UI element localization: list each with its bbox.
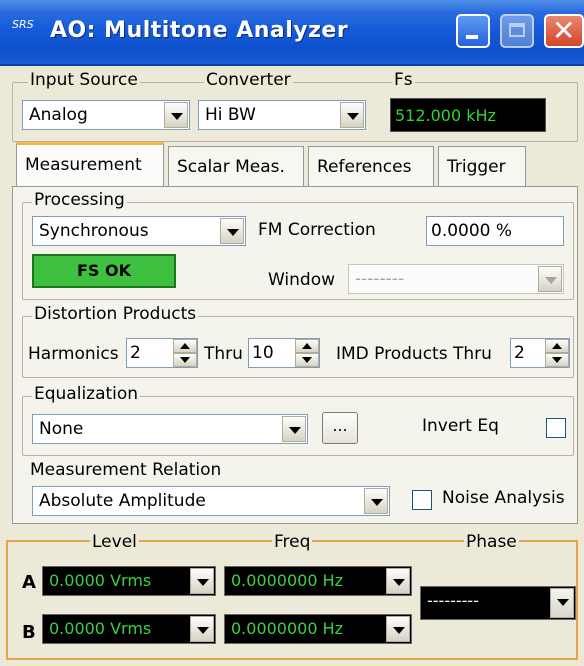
level-b-value: 0.0000 Vrms (49, 619, 152, 638)
window-title: AO: Multitone Analyzer (50, 18, 349, 43)
level-b-select[interactable]: 0.0000 Vrms (42, 614, 216, 644)
chevron-down-icon[interactable] (340, 102, 364, 128)
freq-a-select[interactable]: 0.0000000 Hz (224, 566, 412, 596)
phase-column-label: Phase (464, 532, 519, 552)
maximize-button[interactable] (500, 14, 534, 48)
input-source-select[interactable]: Analog (22, 100, 190, 130)
spin-up-icon[interactable] (173, 339, 197, 353)
freq-b-value: 0.0000000 Hz (231, 619, 344, 638)
measurement-relation-value: Absolute Amplitude (39, 491, 206, 511)
chevron-down-icon[interactable] (164, 102, 188, 128)
chevron-down-icon[interactable] (220, 218, 244, 244)
input-source-value: Analog (29, 105, 88, 125)
minimize-button[interactable] (456, 14, 490, 48)
processing-mode-value: Synchronous (39, 221, 149, 241)
equalization-label: Equalization (32, 384, 141, 404)
tab-scalar-meas[interactable]: Scalar Meas. (168, 146, 304, 186)
fs-status-indicator: FS OK (32, 254, 176, 288)
noise-analysis-checkbox[interactable] (412, 490, 432, 510)
close-button[interactable]: ✕ (544, 14, 584, 48)
tab-measurement[interactable]: Measurement (16, 142, 164, 188)
freq-column-label: Freq (272, 532, 313, 552)
level-column-label: Level (90, 532, 139, 552)
fs-value: 512.000 kHz (395, 106, 496, 125)
phase-value: --------- (427, 591, 479, 610)
tab-references[interactable]: References (308, 146, 434, 186)
spin-down-icon[interactable] (545, 353, 569, 367)
channel-b-label: B (22, 622, 36, 643)
equalization-browse-button[interactable]: ... (322, 412, 358, 444)
level-a-value: 0.0000 Vrms (49, 571, 152, 590)
window-label: Window (266, 270, 338, 290)
noise-analysis-label: Noise Analysis (440, 488, 567, 508)
imd-products-label: IMD Products Thru (334, 344, 494, 364)
processing-mode-select[interactable]: Synchronous (32, 216, 246, 246)
harmonics-label: Harmonics (26, 344, 121, 364)
chevron-down-icon[interactable] (550, 588, 574, 618)
fs-label: Fs (392, 70, 415, 90)
chevron-down-icon[interactable] (386, 616, 410, 642)
harmonics-stepper[interactable]: 2 (126, 338, 198, 368)
multitone-analyzer-window: SRS AO: Multitone Analyzer ✕ Input Sourc… (0, 0, 584, 666)
thru-label: Thru (202, 344, 245, 364)
chevron-down-icon[interactable] (282, 416, 306, 442)
measurement-relation-label: Measurement Relation (28, 460, 224, 480)
chevron-down-icon[interactable] (190, 616, 214, 642)
measurement-relation-select[interactable]: Absolute Amplitude (32, 486, 390, 516)
fs-readout: 512.000 kHz (390, 98, 546, 132)
chevron-down-icon[interactable] (364, 488, 388, 514)
window-value: -------- (355, 269, 405, 289)
chevron-down-icon[interactable] (538, 266, 562, 292)
equalization-select[interactable]: None (32, 414, 308, 444)
fm-correction-label: FM Correction (256, 220, 378, 240)
imd-products-value: 2 (514, 343, 525, 363)
close-icon: ✕ (552, 14, 576, 47)
srs-logo: SRS (12, 18, 34, 31)
freq-b-select[interactable]: 0.0000000 Hz (224, 614, 412, 644)
invert-eq-label: Invert Eq (420, 416, 501, 436)
processing-label: Processing (32, 190, 127, 210)
freq-a-value: 0.0000000 Hz (231, 571, 344, 590)
fm-correction-value: 0.0000 % (431, 221, 513, 241)
distortion-label: Distortion Products (32, 304, 199, 324)
phase-select[interactable]: --------- (420, 586, 576, 620)
spin-up-icon[interactable] (545, 339, 569, 353)
fm-correction-input[interactable]: 0.0000 % (426, 216, 564, 246)
channel-a-label: A (22, 572, 36, 593)
chevron-down-icon[interactable] (190, 568, 214, 594)
converter-label: Converter (204, 70, 293, 90)
equalization-value: None (39, 419, 84, 439)
tab-trigger[interactable]: Trigger (438, 146, 526, 186)
chevron-down-icon[interactable] (386, 568, 410, 594)
level-a-select[interactable]: 0.0000 Vrms (42, 566, 216, 596)
thru-value: 10 (252, 343, 274, 363)
spin-down-icon[interactable] (173, 353, 197, 367)
title-bar[interactable]: SRS AO: Multitone Analyzer ✕ (0, 0, 584, 66)
input-source-label: Input Source (28, 70, 140, 90)
converter-select[interactable]: Hi BW (198, 100, 366, 130)
thru-stepper[interactable]: 10 (248, 338, 320, 368)
converter-value: Hi BW (205, 105, 256, 125)
spin-up-icon[interactable] (295, 339, 319, 353)
invert-eq-checkbox[interactable] (546, 418, 566, 438)
window-select[interactable]: -------- (348, 264, 564, 294)
harmonics-value: 2 (130, 343, 141, 363)
imd-products-stepper[interactable]: 2 (510, 338, 570, 368)
spin-down-icon[interactable] (295, 353, 319, 367)
